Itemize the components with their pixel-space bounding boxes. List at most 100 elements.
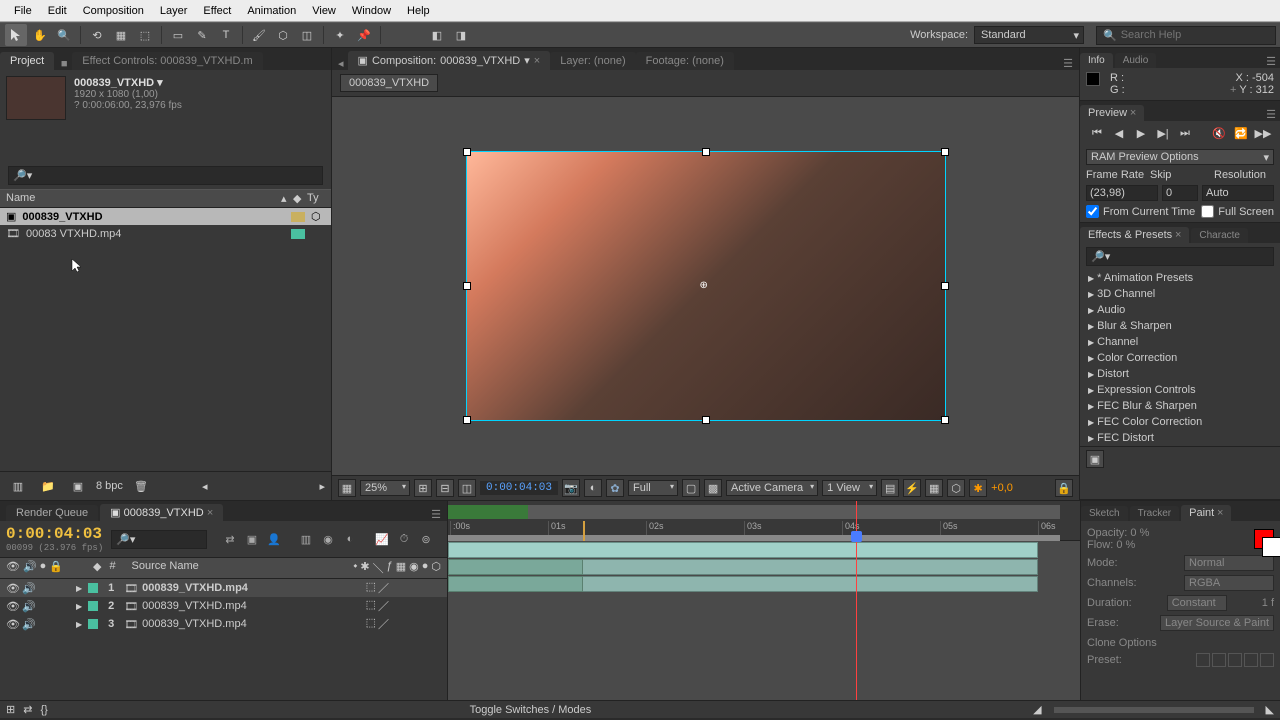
menu-effect[interactable]: Effect <box>195 3 239 19</box>
menu-composition[interactable]: Composition <box>75 3 152 19</box>
safe-zones-icon[interactable]: ⊞ <box>414 479 432 497</box>
expand-icon[interactable]: ⊞ <box>6 703 15 716</box>
clone-preset-3[interactable] <box>1228 653 1242 667</box>
type-tool-icon[interactable]: T <box>215 24 237 46</box>
audio-col-icon[interactable]: 🔊 <box>23 560 37 576</box>
comp-mini-flow-icon[interactable]: ⇄ <box>221 530 239 548</box>
eraser-tool-icon[interactable]: ◫ <box>296 24 318 46</box>
project-item-comp[interactable]: ▣ 000839_VTXHD ⬡ <box>0 208 331 225</box>
new-comp-icon[interactable]: ▣ <box>67 475 89 497</box>
effect-controls-tab[interactable]: Effect Controls: 000839_VTXHD.m <box>72 52 262 70</box>
project-search[interactable]: 🔎▾ <box>8 166 323 185</box>
panel-menu-icon[interactable]: ☰ <box>1266 55 1276 68</box>
from-current-time-checkbox[interactable]: From Current Time <box>1086 205 1195 218</box>
roi-icon[interactable]: ▢ <box>682 479 700 497</box>
timeline-comp-tab[interactable]: ▣ 000839_VTXHD × <box>100 504 223 521</box>
effect-category[interactable]: ▶Channel <box>1080 334 1280 350</box>
zoom-slider[interactable] <box>1054 707 1254 713</box>
video-frame[interactable]: ⊕ <box>466 151 946 421</box>
anchor-point-icon[interactable]: ⊕ <box>700 280 708 291</box>
zoom-tool-icon[interactable]: 🔍 <box>53 24 75 46</box>
color-mgmt-icon[interactable]: ✿ <box>606 479 624 497</box>
effect-category[interactable]: ▶Distort <box>1080 366 1280 382</box>
misc-tool-b-icon[interactable]: ◨ <box>450 24 472 46</box>
effects-search[interactable]: 🔎▾ <box>1086 247 1274 266</box>
menu-layer[interactable]: Layer <box>152 3 196 19</box>
misc-tool-a-icon[interactable]: ◧ <box>426 24 448 46</box>
interpret-footage-icon[interactable]: ▥ <box>7 475 29 497</box>
camera-tool-icon[interactable]: ▦ <box>110 24 132 46</box>
layer-row-2[interactable]: 👁🔊 ▶ 2 🎞000839_VTXHD.mp4 ⬚／ <box>0 597 447 615</box>
motion-blur-icon[interactable]: ◉ <box>319 530 337 548</box>
footage-tab[interactable]: Footage: (none) <box>636 52 734 70</box>
in-point-marker[interactable] <box>583 521 585 541</box>
label-col-icon[interactable]: ◆ <box>93 560 101 576</box>
effects-list[interactable]: ▶* Animation Presets ▶3D Channel ▶Audio … <box>1080 270 1280 446</box>
timeline-tracks-area[interactable]: :00s 01s 02s 03s 04s 05s 06s <box>448 501 1080 700</box>
search-help-input[interactable] <box>1121 29 1261 41</box>
effect-category[interactable]: ▶Blur & Sharpen <box>1080 318 1280 334</box>
label-column-icon[interactable]: ◆ <box>293 192 307 205</box>
first-frame-icon[interactable]: ⏮ <box>1088 125 1106 141</box>
prev-frame-icon[interactable]: ◀ <box>1110 125 1128 141</box>
camera-select[interactable]: Active Camera <box>726 480 818 496</box>
effect-category[interactable]: ▶FEC Color Correction <box>1080 414 1280 430</box>
layer-tab[interactable]: Layer: (none) <box>550 52 635 70</box>
num-column-header[interactable]: # <box>110 560 124 576</box>
frame-rate-input[interactable]: (23,98) <box>1086 185 1158 201</box>
duration-select[interactable]: Constant <box>1167 595 1227 611</box>
mag-icon[interactable]: ▦ <box>338 479 356 497</box>
comp-subtab[interactable]: 000839_VTXHD <box>340 74 438 92</box>
clone-preset-5[interactable] <box>1260 653 1274 667</box>
pen-tool-icon[interactable]: ✎ <box>191 24 213 46</box>
layer-bar-1[interactable] <box>448 542 1038 558</box>
zoom-in-icon[interactable]: ◣ <box>1266 703 1274 716</box>
flowchart-icon[interactable]: ⬡ <box>947 479 965 497</box>
new-folder-icon[interactable]: 📁 <box>37 475 59 497</box>
mute-icon[interactable]: 🔇 <box>1210 125 1228 141</box>
layer-row-1[interactable]: 👁🔊 ▶ 1 🎞000839_VTXHD.mp4 ⬚／ <box>0 579 447 597</box>
effect-category[interactable]: ▶* Animation Presets <box>1080 270 1280 286</box>
resolution-select[interactable]: Full <box>628 480 678 496</box>
draft-3d-icon[interactable]: ▣ <box>243 530 261 548</box>
sketch-tab[interactable]: Sketch <box>1081 506 1128 521</box>
current-time-display[interactable]: 0:00:04:03 <box>480 481 558 495</box>
shy-icon[interactable]: 👤 <box>265 530 283 548</box>
last-frame-icon[interactable]: ⏭ <box>1176 125 1194 141</box>
clone-tool-icon[interactable]: ⬡ <box>272 24 294 46</box>
timeline-ruler[interactable]: :00s 01s 02s 03s 04s 05s 06s <box>448 501 1080 541</box>
effect-category[interactable]: ▶FEC Blur & Sharpen <box>1080 398 1280 414</box>
frame-blend-icon[interactable]: ▥ <box>297 530 315 548</box>
play-icon[interactable]: ▶ <box>1132 125 1150 141</box>
mode-select[interactable]: Normal <box>1184 555 1274 571</box>
search-help-field[interactable]: 🔍 <box>1096 26 1276 45</box>
toggle-switches-icon[interactable]: ⇄ <box>23 703 32 716</box>
roto-tool-icon[interactable]: ✦ <box>329 24 351 46</box>
video-col-icon[interactable]: 👁 <box>6 560 20 576</box>
effects-presets-tab[interactable]: Effects & Presets × <box>1080 227 1189 243</box>
grid-icon[interactable]: ⊟ <box>436 479 454 497</box>
solo-col-icon[interactable]: ● <box>40 560 47 576</box>
name-column-header[interactable]: Name <box>6 192 281 205</box>
effect-category[interactable]: ▶Expression Controls <box>1080 382 1280 398</box>
graph-editor-icon[interactable]: 📈 <box>373 530 391 548</box>
workspace-select[interactable]: Standard▾ <box>974 26 1084 44</box>
duration-frames[interactable]: 1 f <box>1262 597 1274 609</box>
project-item-footage[interactable]: 🎞 00083 VTXHD.mp4 <box>0 225 331 242</box>
project-items-list[interactable]: ▣ 000839_VTXHD ⬡ 🎞 00083 VTXHD.mp4 <box>0 208 331 471</box>
brainstorm-icon[interactable]: ⊚ <box>417 530 435 548</box>
show-channel-icon[interactable]: ◐ <box>584 479 602 497</box>
timeline-search[interactable]: 🔎▾ <box>111 530 207 549</box>
comp-thumbnail[interactable] <box>6 76 66 120</box>
timeline-icon[interactable]: ▦ <box>925 479 943 497</box>
layer-row-3[interactable]: 👁🔊 ▶ 3 🎞000839_VTXHD.mp4 ⬚／ <box>0 615 447 633</box>
preview-res-select[interactable]: Auto <box>1202 185 1274 201</box>
trash-icon[interactable]: 🗑 <box>130 475 152 497</box>
panel-menu-icon[interactable]: ☰ <box>431 508 441 521</box>
ram-preview-options-select[interactable]: RAM Preview Options▾ <box>1086 149 1274 165</box>
rotation-tool-icon[interactable]: ⟲ <box>86 24 108 46</box>
tracker-tab[interactable]: Tracker <box>1130 506 1180 521</box>
puppet-tool-icon[interactable]: 📌 <box>353 24 375 46</box>
brain-icon[interactable]: ◐ <box>341 530 359 548</box>
scroll-left-icon[interactable]: ◂ <box>202 480 208 493</box>
